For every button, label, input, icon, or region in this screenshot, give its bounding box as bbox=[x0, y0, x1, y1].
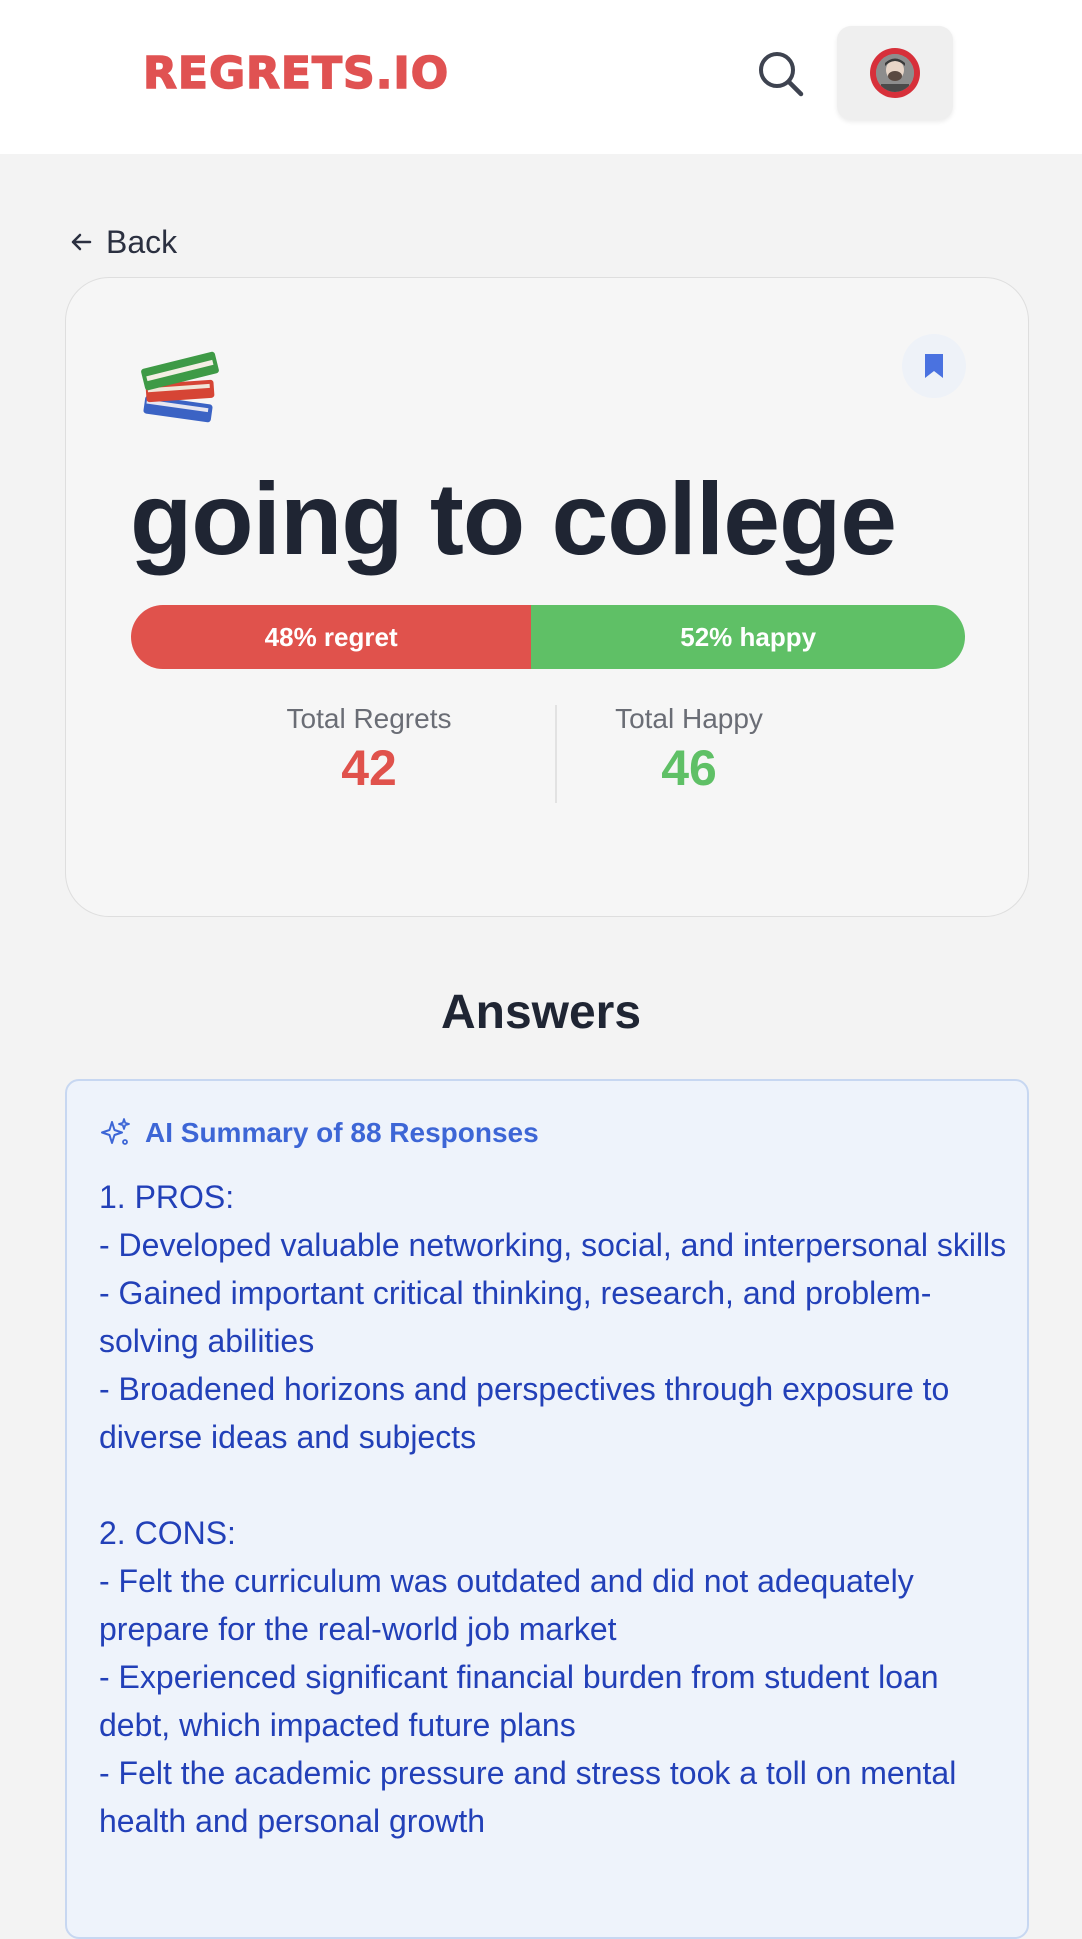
ai-summary-title: AI Summary of 88 Responses bbox=[145, 1117, 539, 1148]
summary-line: - Experienced significant financial burd… bbox=[99, 1659, 939, 1743]
regret-segment: 48% regret bbox=[131, 605, 532, 669]
ai-summary-panel: AI Summary of 88 Responses 1. PROS: - De… bbox=[65, 1079, 1029, 1939]
summary-line: 2. CONS: bbox=[99, 1515, 236, 1551]
arrow-left-icon bbox=[71, 233, 92, 251]
summary-line: - Felt the curriculum was outdated and d… bbox=[99, 1563, 914, 1647]
ai-summary-header: AI Summary of 88 Responses bbox=[99, 1117, 539, 1149]
stat-divider bbox=[555, 705, 557, 803]
top-header: REGRETS.IO bbox=[0, 0, 1082, 154]
bookmark-button[interactable] bbox=[902, 334, 966, 398]
summary-line: 1. PROS: bbox=[99, 1179, 235, 1215]
ai-summary-text: 1. PROS: - Developed valuable networking… bbox=[99, 1173, 1009, 1845]
summary-line bbox=[99, 1461, 1009, 1509]
regret-happy-ratio-bar: 48% regret 52% happy bbox=[131, 605, 965, 669]
search-button[interactable] bbox=[755, 48, 807, 100]
happy-segment: 52% happy bbox=[531, 605, 965, 669]
sparkle-icon bbox=[101, 1118, 130, 1145]
total-regrets-label: Total Regrets bbox=[286, 703, 452, 734]
total-regrets-value: 42 bbox=[341, 740, 397, 796]
profile-button[interactable] bbox=[837, 26, 953, 120]
total-happy-value: 46 bbox=[661, 740, 717, 796]
summary-line: - Gained important critical thinking, re… bbox=[99, 1275, 932, 1359]
books-icon bbox=[136, 338, 226, 433]
bookmark-icon bbox=[925, 354, 943, 378]
avatar bbox=[870, 48, 920, 98]
total-happy-label: Total Happy bbox=[615, 703, 763, 734]
total-happy-stat: Total Happy 46 bbox=[599, 703, 779, 797]
summary-line: - Broadened horizons and perspectives th… bbox=[99, 1371, 950, 1455]
question-card: going to college 48% regret 52% happy To… bbox=[65, 277, 1029, 917]
search-icon bbox=[759, 52, 804, 97]
summary-line: - Felt the academic pressure and stress … bbox=[99, 1755, 957, 1839]
total-regrets-stat: Total Regrets 42 bbox=[279, 703, 459, 797]
site-logo[interactable]: REGRETS.IO bbox=[142, 47, 449, 100]
answers-heading: Answers bbox=[440, 986, 642, 1039]
back-label: Back bbox=[106, 223, 178, 260]
summary-line: - Developed valuable networking, social,… bbox=[99, 1227, 1007, 1263]
question-title: going to college bbox=[130, 462, 897, 576]
back-link[interactable]: Back bbox=[70, 222, 177, 262]
